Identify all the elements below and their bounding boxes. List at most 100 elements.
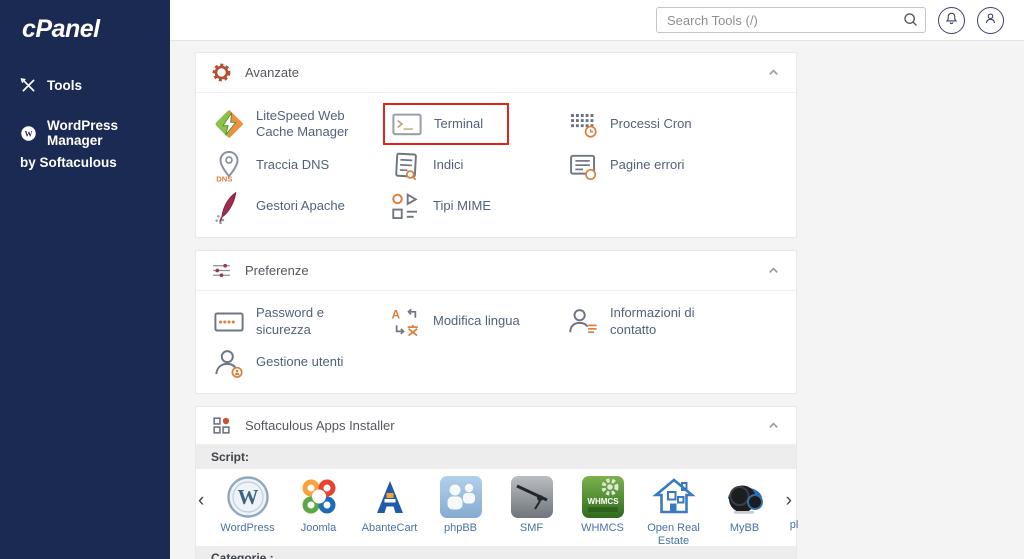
svg-text:WHMCS: WHMCS bbox=[587, 497, 619, 506]
svg-text:W: W bbox=[237, 485, 258, 509]
section-title: Softaculous Apps Installer bbox=[245, 418, 395, 433]
app-item-label: Joomla bbox=[300, 522, 337, 534]
app-item-smf[interactable]: SMF bbox=[496, 475, 567, 548]
section-title: Preferenze bbox=[245, 263, 309, 278]
sidebar-item-label: Tools bbox=[47, 78, 82, 93]
chevron-up-icon[interactable] bbox=[766, 418, 781, 433]
main-content: Avanzate LiteSpeed Web Cache Manager Term… bbox=[170, 41, 1024, 559]
tool-item-label: Gestione utenti bbox=[256, 354, 344, 370]
whmcs-app-icon: WHMCS bbox=[581, 475, 625, 519]
tool-item-gestori-apache[interactable]: Gestori Apache bbox=[206, 186, 383, 227]
svg-text:W: W bbox=[24, 129, 32, 138]
chevron-up-icon[interactable] bbox=[766, 263, 781, 278]
tool-item-traccia-dns[interactable]: DNS Traccia DNS bbox=[206, 145, 383, 186]
tool-item-label: LiteSpeed Web Cache Manager bbox=[256, 107, 349, 139]
apps-grid-icon bbox=[211, 415, 232, 436]
tool-item-label: Processi Cron bbox=[610, 115, 692, 131]
search-box bbox=[656, 7, 926, 33]
preferenze-grid: Password e sicurezza A Modifica lingua Info… bbox=[196, 291, 796, 393]
sidebar: cPanel Tools W WordPress Manager by Soft… bbox=[0, 0, 170, 559]
account-button[interactable] bbox=[977, 6, 1004, 34]
section-avanzate-header[interactable]: Avanzate bbox=[196, 53, 796, 93]
sidebar-item-label: WordPress Manager bbox=[47, 118, 119, 148]
bell-icon bbox=[944, 11, 959, 29]
tool-item-modifica-lingua[interactable]: A Modifica lingua bbox=[383, 301, 560, 342]
password-icon bbox=[212, 305, 246, 339]
carousel-right-arrow[interactable]: › bbox=[786, 491, 792, 510]
tool-item-label: Modifica lingua bbox=[433, 313, 520, 329]
sidebar-item-tools[interactable]: Tools bbox=[0, 77, 170, 94]
sidebar-item-wordpress-manager[interactable]: W WordPress Manager bbox=[0, 118, 170, 148]
app-item-joomla[interactable]: Joomla bbox=[283, 475, 354, 548]
index-icon bbox=[389, 149, 423, 183]
tool-item-tipi-mime[interactable]: Tipi MIME bbox=[383, 186, 560, 227]
script-bar: Script: bbox=[196, 445, 796, 469]
app-item-whmcs[interactable]: WHMCS WHMCS bbox=[567, 475, 638, 548]
svg-text:A: A bbox=[392, 307, 401, 321]
section-softaculous: Softaculous Apps Installer Script: ‹ W Wo… bbox=[195, 406, 798, 559]
tool-item-terminal[interactable]: Terminal bbox=[383, 103, 510, 145]
tool-item-informazioni-di-contatto[interactable]: Informazioni di contatto bbox=[560, 301, 737, 342]
cpanel-logo[interactable]: cPanel bbox=[22, 15, 170, 44]
mybb-app-icon bbox=[723, 475, 767, 519]
abantecart-app-icon bbox=[368, 475, 412, 519]
tool-item-pagine-errori[interactable]: Pagine errori bbox=[560, 145, 737, 186]
section-softaculous-header[interactable]: Softaculous Apps Installer bbox=[196, 407, 796, 445]
app-item-abantecart[interactable]: AbanteCart bbox=[354, 475, 425, 548]
search-input[interactable] bbox=[656, 7, 926, 33]
app-item-wordpress[interactable]: W WordPress bbox=[212, 475, 283, 548]
tool-item-label: Gestori Apache bbox=[256, 198, 345, 214]
apps-list: W WordPress Joomla AbanteCart phpBB SMF WHMCS W… bbox=[212, 475, 808, 548]
smf-app-icon bbox=[510, 475, 554, 519]
section-avanzate: Avanzate LiteSpeed Web Cache Manager Term… bbox=[195, 52, 797, 238]
app-item-open-real-estate[interactable]: Open Real Estate bbox=[638, 475, 709, 548]
openrealestate-app-icon bbox=[651, 475, 696, 519]
wordpress-logo-icon: W bbox=[20, 125, 37, 142]
gear-icon bbox=[211, 62, 232, 83]
script-bar-label: Script: bbox=[211, 450, 250, 464]
tools-icon bbox=[20, 77, 37, 94]
terminal-icon bbox=[390, 107, 424, 141]
user-icon bbox=[983, 11, 998, 29]
cron-icon bbox=[566, 107, 600, 141]
app-item-pl[interactable]: pl bbox=[780, 475, 808, 548]
section-preferenze-header[interactable]: Preferenze bbox=[196, 251, 796, 291]
app-item-label: phpBB bbox=[443, 522, 478, 534]
error-pages-icon bbox=[566, 149, 600, 183]
notifications-button[interactable] bbox=[938, 6, 965, 34]
carousel-left-arrow[interactable]: ‹ bbox=[198, 491, 204, 510]
tool-item-label: Tipi MIME bbox=[433, 198, 492, 214]
tool-item-label: Informazioni di contatto bbox=[610, 305, 695, 337]
app-item-phpbb[interactable]: phpBB bbox=[425, 475, 496, 548]
sliders-icon bbox=[211, 260, 232, 281]
app-item-label: AbanteCart bbox=[361, 522, 418, 534]
app-item-label: pl bbox=[789, 519, 799, 531]
users-icon bbox=[212, 346, 246, 380]
tool-item-litespeed-web-cache-manager[interactable]: LiteSpeed Web Cache Manager bbox=[206, 103, 383, 145]
topbar bbox=[170, 0, 1024, 41]
chevron-up-icon[interactable] bbox=[766, 65, 781, 80]
tool-item-indici[interactable]: Indici bbox=[383, 145, 560, 186]
search-icon[interactable] bbox=[902, 11, 919, 28]
app-item-label: MyBB bbox=[729, 522, 760, 534]
tool-item-gestione-utenti[interactable]: Gestione utenti bbox=[206, 342, 383, 383]
tool-item-label: Terminal bbox=[434, 115, 484, 131]
avanzate-grid: LiteSpeed Web Cache Manager Terminal Proce… bbox=[196, 93, 796, 237]
tool-item-label: Password e sicurezza bbox=[256, 305, 324, 337]
tool-item-label: Pagine errori bbox=[610, 157, 685, 173]
tool-item-password-e-sicurezza[interactable]: Password e sicurezza bbox=[206, 301, 383, 342]
section-preferenze: Preferenze Password e sicurezza A Modifica… bbox=[195, 250, 797, 394]
wordpress-app-icon: W bbox=[226, 475, 270, 519]
language-icon: A bbox=[389, 305, 423, 339]
tool-item-label: Traccia DNS bbox=[256, 157, 330, 173]
dns-icon: DNS bbox=[212, 149, 246, 183]
sidebar-item-softaculous-sub: by Softaculous bbox=[20, 155, 117, 170]
litespeed-icon bbox=[212, 107, 246, 141]
tool-item-label: Indici bbox=[433, 157, 464, 173]
app-item-label: Open Real Estate bbox=[647, 522, 700, 548]
svg-text:DNS: DNS bbox=[216, 174, 232, 183]
mime-icon bbox=[389, 190, 423, 224]
apache-icon bbox=[212, 190, 246, 224]
tool-item-processi-cron[interactable]: Processi Cron bbox=[560, 103, 737, 145]
app-item-mybb[interactable]: MyBB bbox=[709, 475, 780, 548]
